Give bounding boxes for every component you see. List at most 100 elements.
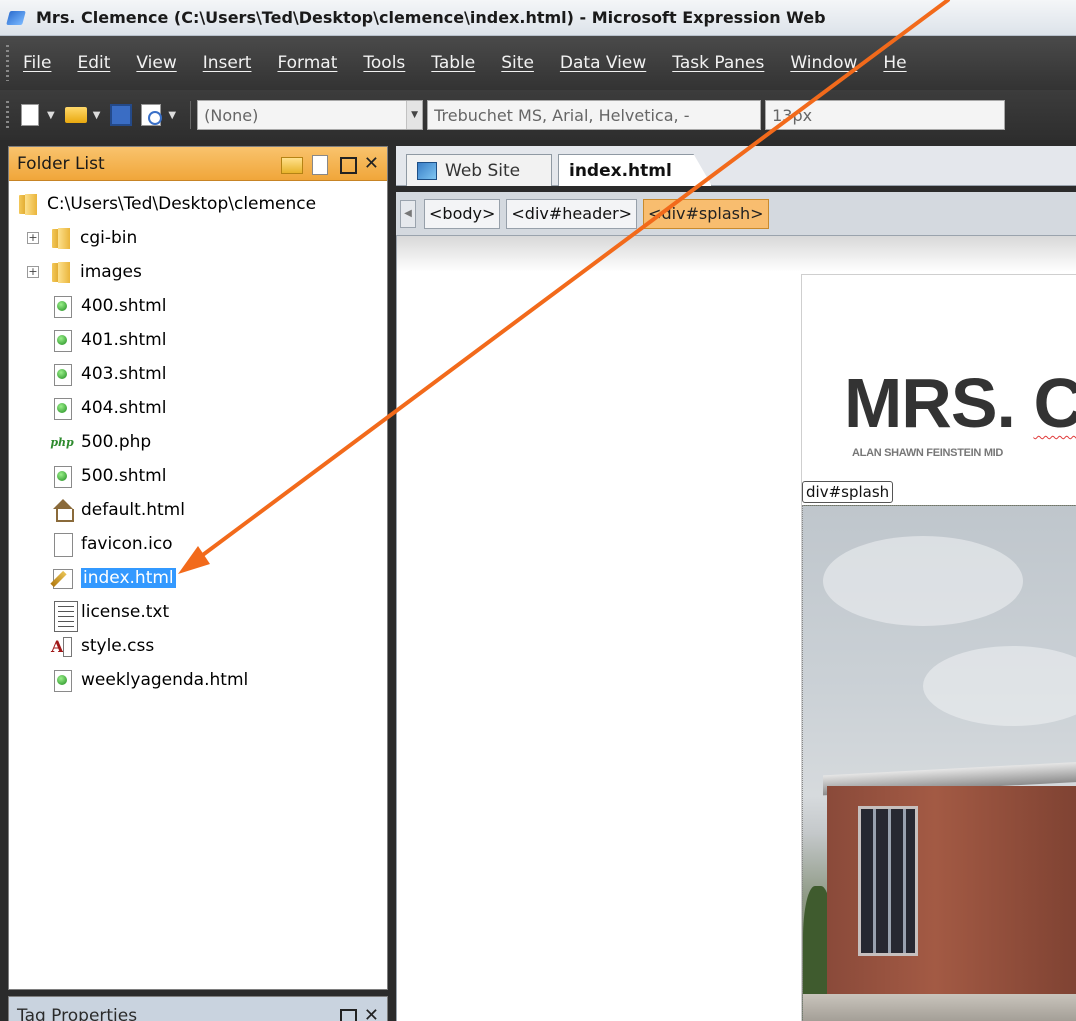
folder-icon (50, 226, 72, 250)
menu-grip[interactable] (6, 45, 9, 81)
menu-file[interactable]: File (23, 53, 51, 73)
new-dropdown-icon[interactable]: ▼ (47, 110, 55, 121)
folder-icon (50, 260, 72, 284)
open-dropdown-icon[interactable]: ▼ (93, 110, 101, 121)
new-page-icon[interactable] (308, 154, 330, 175)
maximize-icon[interactable] (336, 154, 358, 174)
quick-tag-selector: ◀ <body> <div#header> <div#splash> (396, 192, 1076, 236)
toolbar-separator (190, 101, 192, 129)
menu-table[interactable]: Table (431, 53, 475, 73)
list-item-label: 500.shtml (81, 466, 167, 486)
list-item-label: weeklyagenda.html (81, 670, 249, 690)
style-select-value: (None) (204, 105, 259, 125)
tree-item-500-php[interactable]: php 500.php (9, 425, 387, 459)
folder-list-panel: Folder List ✕ C:\Users\Ted\Desktop\cleme… (8, 146, 388, 990)
tree-item-weeklyagenda-html[interactable]: weeklyagenda.html (9, 663, 387, 697)
tree-item-favicon-ico[interactable]: favicon.ico (9, 527, 387, 561)
menu-window[interactable]: Window (790, 53, 857, 73)
site-subtitle[interactable]: ALAN SHAWN FEINSTEIN MID (852, 447, 1003, 459)
menu-data-view[interactable]: Data View (560, 53, 646, 73)
menu-help[interactable]: He (883, 53, 906, 73)
tree-item-index-html[interactable]: index.html (9, 561, 387, 595)
menu-view[interactable]: View (136, 53, 176, 73)
page-preview[interactable]: MRS. CL ALAN SHAWN FEINSTEIN MID div#spl… (801, 274, 1076, 1021)
splash-image[interactable] (802, 505, 1076, 1021)
tree-root[interactable]: C:\Users\Ted\Desktop\clemence (9, 187, 387, 221)
folder-list-header: Folder List ✕ (9, 147, 387, 181)
list-item-label-selected: index.html (81, 568, 176, 588)
tree-item-401-shtml[interactable]: 401.shtml (9, 323, 387, 357)
menu-edit[interactable]: Edit (77, 53, 110, 73)
folder-list-title: Folder List (17, 153, 105, 174)
list-item-label: 404.shtml (81, 398, 167, 418)
tree-item-license-txt[interactable]: license.txt (9, 595, 387, 632)
menu-bar: File Edit View Insert Format Tools Table… (0, 36, 1076, 90)
tree-root-label: C:\Users\Ted\Desktop\clemence (47, 194, 317, 214)
tab-web-site[interactable]: Web Site (406, 154, 552, 186)
tree-item-default-html[interactable]: default.html (9, 493, 387, 527)
toolbar-grip[interactable] (6, 101, 9, 129)
new-folder-icon[interactable] (280, 154, 303, 174)
tree-item-403-shtml[interactable]: 403.shtml (9, 357, 387, 391)
tag-div-splash[interactable]: <div#splash> (643, 198, 769, 229)
site-title[interactable]: MRS. CL (844, 363, 1076, 443)
menu-site[interactable]: Site (501, 53, 534, 73)
close-icon[interactable]: ✕ (364, 1006, 379, 1021)
menu-tools[interactable]: Tools (363, 53, 405, 73)
blank-file-icon (51, 532, 73, 557)
expand-icon[interactable]: + (27, 266, 39, 278)
web-page-icon (51, 464, 73, 488)
maximize-icon[interactable] (336, 1006, 358, 1021)
menu-task-panes[interactable]: Task Panes (672, 53, 764, 73)
list-item-label: 403.shtml (81, 364, 167, 384)
tab-web-site-label: Web Site (445, 160, 521, 181)
expand-icon[interactable]: + (27, 232, 39, 244)
chevron-left-icon[interactable]: ◀ (400, 199, 416, 228)
open-page-icon (51, 566, 73, 590)
close-icon[interactable]: ✕ (364, 153, 379, 174)
list-item-label: images (80, 262, 142, 282)
save-icon[interactable] (108, 102, 134, 128)
div-splash-label[interactable]: div#splash (802, 481, 894, 503)
cloud-shape (823, 536, 1023, 626)
font-size-value: 13px (772, 105, 813, 125)
list-item-label: 400.shtml (81, 296, 167, 316)
tab-index-html[interactable]: index.html (558, 154, 712, 186)
preview-icon[interactable] (138, 102, 164, 128)
list-item-label: 401.shtml (81, 330, 167, 350)
tree-item-cgi-bin[interactable]: + cgi-bin (9, 221, 387, 255)
tag-body[interactable]: <body> (424, 198, 501, 229)
tree-item-404-shtml[interactable]: 404.shtml (9, 391, 387, 425)
open-folder-icon[interactable] (63, 102, 89, 128)
font-family-value: Trebuchet MS, Arial, Helvetica, - (434, 105, 690, 125)
window-title: Mrs. Clemence (C:\Users\Ted\Desktop\clem… (36, 8, 826, 27)
new-document-icon[interactable] (17, 102, 43, 128)
list-item-label: license.txt (81, 602, 170, 622)
steps-shape (803, 994, 1076, 1021)
site-title-part-b: CL (1033, 364, 1076, 442)
web-page-icon (51, 328, 73, 352)
list-item-label: 500.php (81, 432, 152, 452)
preview-dropdown-icon[interactable]: ▼ (168, 110, 176, 121)
tree-item-500-shtml[interactable]: 500.shtml (9, 459, 387, 493)
design-view[interactable]: MRS. CL ALAN SHAWN FEINSTEIN MID div#spl… (396, 236, 1076, 1021)
folder-tree: C:\Users\Ted\Desktop\clemence + cgi-bin … (9, 181, 387, 697)
list-item-label: style.css (81, 636, 155, 656)
web-page-icon (51, 668, 73, 692)
stylesheet-icon: A (51, 634, 73, 658)
tag-div-header[interactable]: <div#header> (506, 198, 638, 229)
font-family-select[interactable]: Trebuchet MS, Arial, Helvetica, - (427, 100, 762, 130)
tree-item-400-shtml[interactable]: 400.shtml (9, 289, 387, 323)
tree-item-style-css[interactable]: A style.css (9, 629, 387, 663)
chevron-down-icon[interactable]: ▼ (406, 101, 423, 129)
web-page-icon (51, 396, 73, 420)
menu-insert[interactable]: Insert (203, 53, 252, 73)
tree-item-images[interactable]: + images (9, 255, 387, 289)
list-item-label: cgi-bin (80, 228, 138, 248)
font-size-select[interactable]: 13px (765, 100, 1006, 130)
window-shape (858, 806, 918, 956)
style-select[interactable]: (None) ▼ (197, 100, 424, 130)
site-title-part-a: MRS. (844, 364, 1034, 442)
document-tabs: Web Site index.html (396, 146, 1076, 186)
menu-format[interactable]: Format (277, 53, 337, 73)
